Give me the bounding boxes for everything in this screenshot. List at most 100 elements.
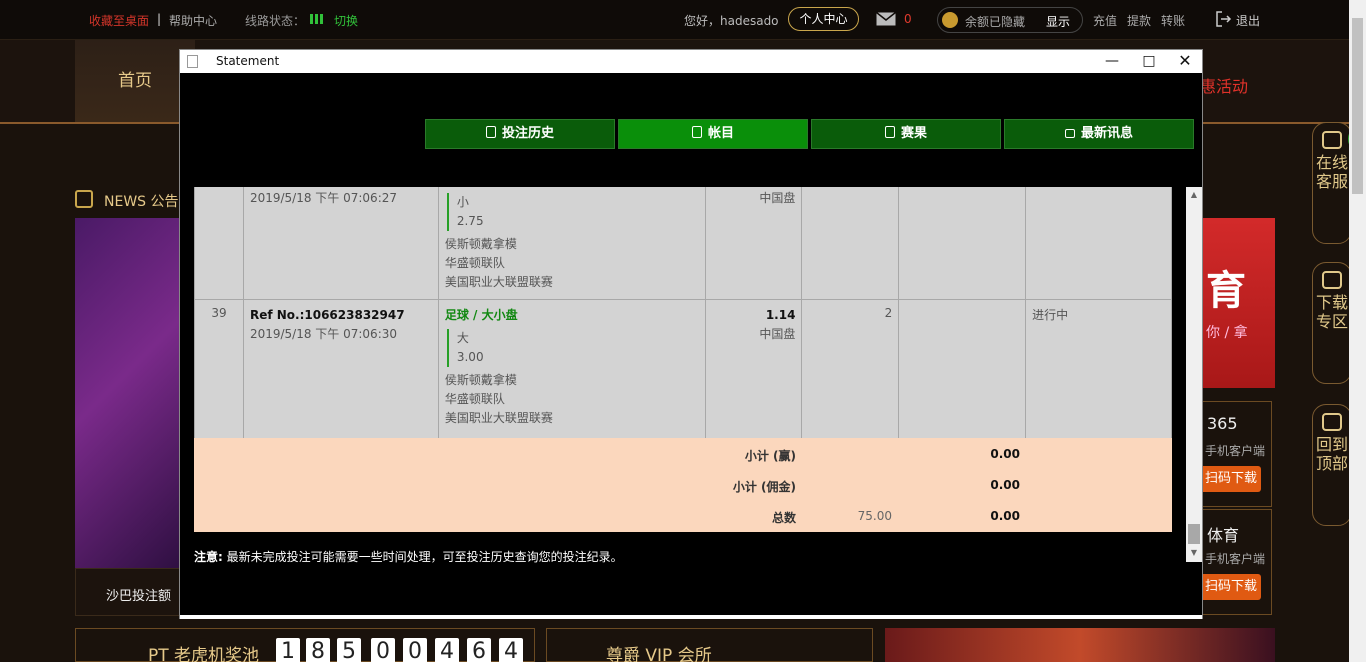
close-button[interactable]: ✕	[1168, 50, 1202, 73]
home-team: 侯斯顿戴拿模	[444, 373, 517, 387]
handicap-line: 3.00	[456, 350, 484, 364]
jackpot-digit: 4	[499, 638, 523, 662]
table-row: 39 Ref No.:106623832947 2019/5/18 下午 07:…	[194, 299, 1172, 439]
odds: 1.14	[765, 308, 796, 322]
app-card-subtitle: 手机客户端	[1205, 444, 1266, 458]
jackpot-digit: 4	[435, 638, 459, 662]
nav-promotions[interactable]: 惠活动	[1200, 73, 1248, 97]
personal-center-button[interactable]: 个人中心	[788, 7, 859, 31]
status-cell	[1025, 187, 1172, 300]
summary-row: 总数 75.00 0.00	[194, 500, 1172, 531]
statement-scrollbar[interactable]: ▲ ▼	[1186, 187, 1202, 562]
window-bottom-edge	[180, 615, 1202, 619]
rocket-icon	[1322, 413, 1342, 431]
handicap-line: 2.75	[456, 214, 484, 228]
away-team: 华盛顿联队	[444, 256, 505, 270]
mail-icon[interactable]	[876, 12, 896, 26]
league: 美国职业大联盟联赛	[444, 275, 553, 289]
tab-statement[interactable]: 帐目	[618, 119, 808, 149]
deposit-link[interactable]: 充值	[1093, 12, 1117, 29]
jackpot-digit: 5	[337, 638, 361, 662]
add-to-desktop-link[interactable]: 收藏至桌面	[89, 12, 149, 29]
tab-label: 投注历史	[501, 126, 554, 141]
scroll-down-arrow-icon[interactable]: ▼	[1186, 545, 1202, 561]
right-banner-title: 育	[1206, 268, 1246, 314]
bet-datetime: 2019/5/18 下午 07:06:30	[249, 327, 398, 341]
home-team: 侯斯顿戴拿模	[444, 237, 517, 251]
bets-table: 2019/5/18 下午 07:06:27 小 2.75 侯斯顿戴拿模 华盛顿联…	[194, 187, 1172, 439]
scan-download-button[interactable]: 扫码下载	[1201, 466, 1261, 492]
logout-link[interactable]: 退出	[1236, 12, 1260, 29]
sport-market: 足球 / 大小盘	[444, 308, 518, 322]
tab-bet-history[interactable]: 投注历史	[425, 119, 615, 149]
minimize-button[interactable]: —	[1095, 50, 1129, 73]
tab-label: 最新讯息	[1080, 126, 1133, 141]
odds-type: 中国盘	[759, 327, 796, 341]
separator: |	[157, 12, 162, 26]
row-index: 39	[194, 299, 244, 439]
show-balance-button[interactable]: 显示	[1046, 13, 1070, 30]
page-scrollbar[interactable]	[1349, 0, 1366, 662]
withdraw-link[interactable]: 提款	[1127, 12, 1151, 29]
left-banner-caption: 沙巴投注额	[106, 589, 172, 604]
app-card-subtitle: 手机客户端	[1205, 552, 1266, 566]
stake-cell	[801, 187, 900, 300]
winloss-cell	[898, 299, 1027, 439]
selection-block: 大 3.00	[446, 329, 699, 367]
live-support-button[interactable]: 在线客服	[1312, 122, 1352, 244]
back-to-top-button[interactable]: 回到顶部	[1312, 404, 1352, 526]
bottom-hero-banner[interactable]	[885, 628, 1275, 662]
left-banner-caption-bar: 沙巴投注额	[75, 568, 185, 616]
window-title: Statement	[216, 54, 280, 68]
signal-bars-icon	[310, 14, 325, 24]
help-center-link[interactable]: 帮助中心	[169, 12, 217, 29]
right-banner-subtitle: 你 / 拿	[1206, 325, 1248, 341]
tab-label: 帐目	[707, 126, 734, 141]
table-row: 2019/5/18 下午 07:06:27 小 2.75 侯斯顿戴拿模 华盛顿联…	[194, 187, 1172, 300]
scroll-up-arrow-icon[interactable]: ▲	[1186, 187, 1202, 203]
selection: 大	[456, 331, 469, 345]
scan-download-button[interactable]: 扫码下载	[1201, 574, 1261, 600]
odds-type: 中国盘	[759, 191, 796, 205]
summary-row: 小计 (赢) 0.00	[194, 438, 1172, 469]
window-titlebar[interactable]: Statement — □ ✕	[180, 50, 1202, 73]
news-label: NEWS 公告	[104, 194, 179, 210]
tab-latest-news[interactable]: 最新讯息	[1004, 119, 1194, 149]
nav-home[interactable]: 首页	[75, 40, 195, 122]
odds-cell: 中国盘	[704, 187, 803, 300]
app-card-365: 365 手机客户端 扫码下载	[1200, 401, 1272, 507]
logout-icon[interactable]	[1216, 11, 1232, 27]
pt-jackpot-label: PT 老虎机奖池	[148, 646, 260, 662]
summary-row: 小计 (佣金) 0.00	[194, 469, 1172, 500]
jackpot-digit: 1	[276, 638, 300, 662]
maximize-button[interactable]: □	[1132, 50, 1166, 73]
statement-scrollbar-thumb[interactable]	[1188, 524, 1200, 544]
right-promo-banner[interactable]: 育 你 / 拿	[1200, 218, 1275, 388]
notice-body: 最新未完成投注可能需要一些时间处理，可至投注历史查询您的投注纪录。	[222, 550, 623, 564]
page-scrollbar-thumb[interactable]	[1352, 18, 1363, 194]
winloss-cell	[898, 187, 1027, 300]
vip-club-label: 尊爵 VIP 会所	[606, 646, 712, 662]
odds-cell: 1.14 中国盘	[704, 299, 803, 439]
ledger-icon	[691, 126, 702, 138]
monitor-icon	[1322, 271, 1342, 289]
top-bar: 收藏至桌面 | 帮助中心 线路状态： 切换 您好，hadesado 个人中心 0…	[0, 0, 1366, 40]
results-icon	[884, 126, 895, 138]
tab-results[interactable]: 赛果	[811, 119, 1001, 149]
balance-hidden-text: 余额已隐藏	[965, 15, 1026, 29]
headset-icon	[1322, 131, 1342, 149]
back-to-top-label: 回到顶部	[1315, 435, 1348, 473]
app-card-sports: 体育 手机客户端 扫码下载	[1200, 509, 1272, 615]
notice-text: 注意: 最新未完成投注可能需要一些时间处理，可至投注历史查询您的投注纪录。	[194, 548, 623, 565]
switch-line-link[interactable]: 切换	[334, 12, 358, 29]
app-card-title: 365	[1207, 414, 1238, 433]
summary-stake: 75.00	[857, 509, 892, 523]
left-promo-banner[interactable]	[75, 218, 185, 568]
download-zone-button[interactable]: 下载专区	[1312, 262, 1352, 384]
jackpot-digit: 8	[306, 638, 330, 662]
transfer-link[interactable]: 转账	[1161, 12, 1185, 29]
line-status-label: 线路状态：	[245, 14, 306, 28]
envelope-icon	[1064, 129, 1075, 138]
mail-count: 0	[904, 12, 912, 26]
summary-label: 小计 (佣金)	[732, 480, 796, 494]
